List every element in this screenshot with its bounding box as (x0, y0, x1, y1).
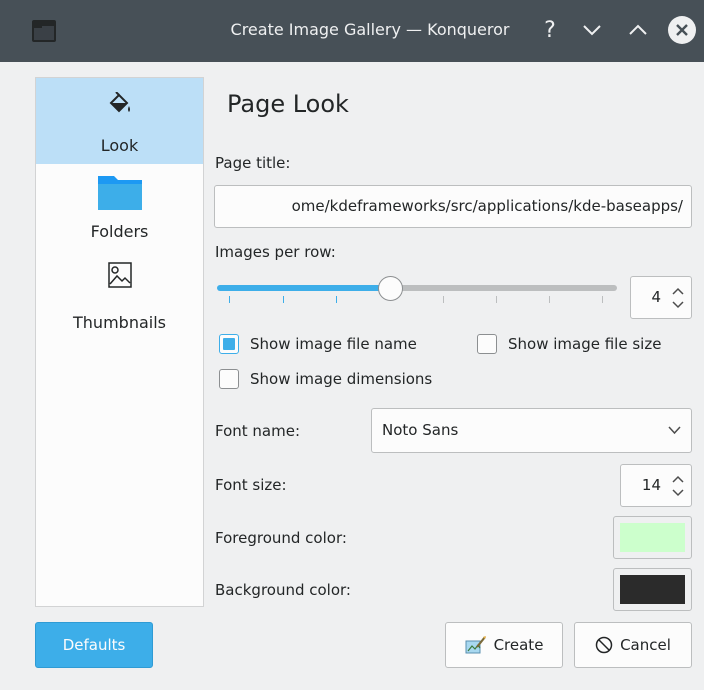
chevron-down-icon (583, 25, 601, 36)
window-titlebar: Create Image Gallery — Konqueror ? (0, 0, 704, 62)
window-app-icon[interactable] (32, 20, 56, 42)
background-color-button[interactable] (613, 568, 692, 611)
page-list-sidebar: Look Folders Thumbnails (35, 77, 204, 607)
page-title-input-value: ome/kdeframeworks/src/applications/kde-b… (291, 197, 683, 215)
create-button-label: Create (493, 636, 544, 654)
folder-icon (97, 176, 142, 210)
slider-tick (496, 296, 497, 303)
page-title-label: Page title: (215, 154, 291, 172)
sidebar-item-label: Look (100, 136, 139, 155)
slider-tick (602, 296, 603, 303)
slider-handle[interactable] (378, 276, 403, 301)
font-name-combobox[interactable]: Noto Sans (371, 408, 692, 453)
help-button[interactable]: ? (536, 16, 564, 44)
defaults-button[interactable]: Defaults (35, 622, 153, 668)
images-per-row-value: 4 (651, 288, 661, 306)
font-name-value: Noto Sans (382, 421, 459, 439)
image-icon (107, 262, 132, 288)
minimize-button[interactable] (578, 16, 606, 44)
font-size-spinbox[interactable]: 14 (620, 464, 692, 507)
checkbox-checked[interactable] (219, 334, 239, 354)
page-title-input[interactable]: ome/kdeframeworks/src/applications/kde-b… (214, 185, 692, 228)
foreground-color-button[interactable] (613, 516, 692, 559)
create-gallery-icon (465, 635, 487, 655)
slider-tick (229, 296, 230, 303)
foreground-color-label: Foreground color: (215, 529, 347, 547)
font-size-value: 14 (641, 476, 661, 494)
slider-track-empty (392, 285, 617, 291)
images-per-row-label: Images per row: (215, 243, 336, 261)
slider-track-filled (217, 285, 392, 291)
font-name-label: Font name: (215, 422, 301, 440)
checkbox-unchecked[interactable] (477, 334, 497, 354)
maximize-button[interactable] (624, 16, 652, 44)
page-title: Page Look (227, 90, 349, 118)
chevron-up-icon (629, 24, 647, 35)
images-per-row-spinbox[interactable]: 4 (630, 276, 692, 319)
slider-tick (283, 296, 284, 303)
spinbox-arrows-icon[interactable] (671, 285, 685, 311)
sidebar-item-folders[interactable]: Folders (36, 164, 203, 250)
slider-tick (549, 296, 550, 303)
paint-bucket-icon (109, 92, 130, 113)
sidebar-item-look[interactable]: Look (36, 78, 203, 164)
checkbox-label: Show image dimensions (250, 370, 433, 388)
slider-tick (443, 296, 444, 303)
font-size-label: Font size: (215, 476, 287, 494)
show-file-name-checkbox[interactable]: Show image file name (219, 334, 417, 354)
sidebar-item-label: Folders (90, 222, 149, 241)
sidebar-item-thumbnails[interactable]: Thumbnails (36, 250, 203, 336)
close-button[interactable] (668, 16, 696, 44)
checkbox-label: Show image file size (508, 335, 662, 353)
checkbox-label: Show image file name (250, 335, 417, 353)
spinbox-arrows-icon[interactable] (671, 473, 685, 499)
checkbox-unchecked[interactable] (219, 369, 239, 389)
window-title: Create Image Gallery — Konqueror (230, 20, 510, 39)
close-icon (676, 24, 688, 36)
images-per-row-slider[interactable] (217, 276, 617, 308)
chevron-down-icon (668, 409, 681, 470)
create-button[interactable]: Create (445, 622, 563, 668)
slider-tick (336, 296, 337, 303)
show-file-size-checkbox[interactable]: Show image file size (477, 334, 661, 354)
foreground-color-swatch (620, 523, 685, 552)
cancel-icon (595, 636, 613, 654)
background-color-swatch (620, 575, 685, 604)
cancel-button[interactable]: Cancel (574, 622, 692, 668)
cancel-button-label: Cancel (620, 636, 671, 654)
background-color-label: Background color: (215, 581, 351, 599)
show-dimensions-checkbox[interactable]: Show image dimensions (219, 369, 432, 389)
sidebar-item-label: Thumbnails (73, 313, 166, 332)
